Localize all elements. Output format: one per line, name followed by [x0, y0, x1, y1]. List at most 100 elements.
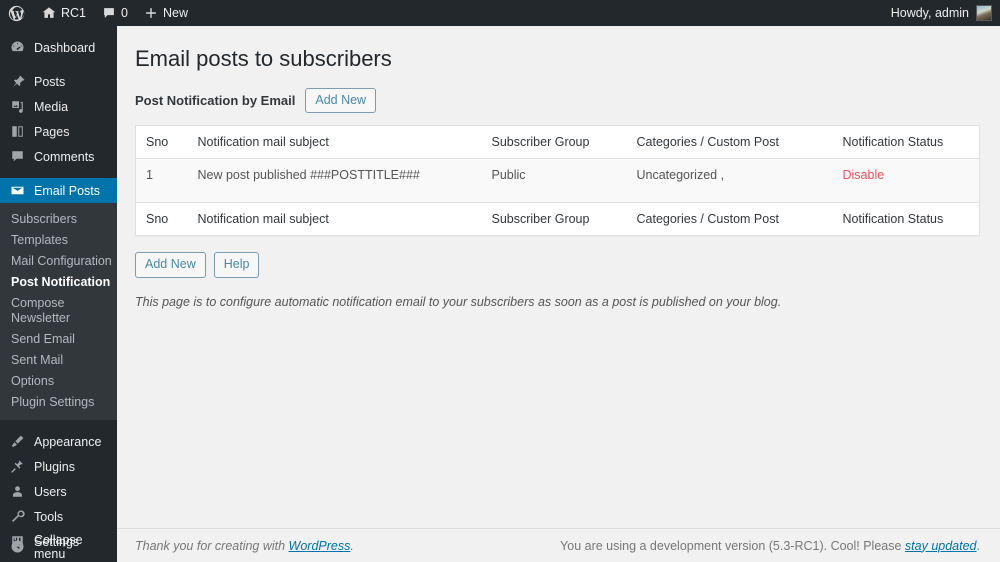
action-button-row: Add New Help — [135, 252, 980, 278]
submenu-item-post-notification[interactable]: Post Notification — [0, 272, 117, 293]
sidebar-label: Email Posts — [34, 183, 100, 198]
wordpress-logo-button[interactable] — [0, 0, 34, 26]
brush-icon — [9, 434, 26, 449]
sidebar-label: Users — [34, 484, 67, 499]
sidebar-label: Tools — [34, 509, 64, 524]
howdy-label: Howdy, admin — [890, 6, 969, 20]
comment-icon — [9, 149, 26, 164]
main-content: Email posts to subscribers Post Notifica… — [117, 26, 1000, 562]
col-footer-group: Subscriber Group — [481, 202, 627, 236]
submenu-item-templates[interactable]: Templates — [0, 230, 117, 251]
col-footer-subject: Notification mail subject — [187, 202, 482, 236]
admin-bar: RC1 0 New Howdy, admin — [0, 0, 1000, 26]
submenu-item-compose-newsletter[interactable]: Compose Newsletter — [0, 293, 117, 329]
cell-subject: New post published ###POSTTITLE### — [187, 158, 482, 203]
sidebar-label: Dashboard — [34, 40, 96, 55]
site-name-label: RC1 — [61, 6, 87, 20]
cell-status: Disable — [832, 158, 980, 203]
submenu-item-options[interactable]: Options — [0, 371, 117, 392]
sidebar-label: Pages — [34, 124, 70, 139]
sidebar-separator-1 — [0, 60, 117, 69]
new-content-label: New — [162, 6, 188, 20]
sidebar-item-tools[interactable]: Tools — [0, 504, 117, 529]
col-header-subject: Notification mail subject — [187, 125, 482, 160]
submenu-item-subscribers[interactable]: Subscribers — [0, 209, 117, 230]
sidebar-item-email-posts[interactable]: Email Posts — [0, 178, 125, 203]
admin-sidebar: Dashboard Posts Media Pages Comments Ema… — [0, 26, 125, 562]
cell-categories: Uncategorized , — [626, 158, 833, 203]
table-row: 1 New post published ###POSTTITLE### Pub… — [135, 158, 980, 203]
sidebar-top-spacer — [0, 26, 117, 35]
comments-button[interactable]: 0 — [94, 0, 136, 26]
collapse-menu-button[interactable]: Collapse menu — [0, 532, 117, 561]
sidebar-item-comments[interactable]: Comments — [0, 144, 117, 169]
sidebar-item-appearance[interactable]: Appearance — [0, 429, 117, 454]
submenu-item-send-email[interactable]: Send Email — [0, 329, 117, 350]
submenu-item-mail-configuration[interactable]: Mail Configuration — [0, 251, 117, 272]
col-footer-sno: Sno — [135, 202, 188, 236]
help-button[interactable]: Help — [213, 252, 260, 278]
sidebar-label: Media — [34, 99, 69, 114]
footer-version-suffix: . — [976, 538, 980, 553]
dashboard-icon — [9, 40, 26, 55]
table-body: 1 New post published ###POSTTITLE### Pub… — [135, 158, 980, 203]
media-icon — [9, 99, 26, 114]
table-foot: Sno Notification mail subject Subscriber… — [135, 202, 980, 236]
footer-version: You are using a development version (5.3… — [560, 539, 980, 553]
pin-icon — [9, 74, 26, 89]
pages-icon — [9, 124, 26, 139]
add-new-button-top[interactable]: Add New — [305, 87, 377, 114]
admin-footer: Thank you for creating with WordPress. Y… — [117, 528, 1000, 562]
collapse-arrow-icon — [9, 539, 26, 554]
new-content-button[interactable]: New — [136, 0, 196, 26]
sidebar-item-media[interactable]: Media — [0, 94, 117, 119]
table-footer-row: Sno Notification mail subject Subscriber… — [135, 202, 980, 236]
content-wrap: Email posts to subscribers Post Notifica… — [117, 26, 1000, 309]
table-header-row: Sno Notification mail subject Subscriber… — [135, 125, 980, 160]
footer-thanks: Thank you for creating with WordPress. — [135, 539, 354, 553]
col-header-group: Subscriber Group — [481, 125, 627, 160]
cell-group: Public — [481, 158, 627, 203]
col-header-categories: Categories / Custom Post — [626, 125, 833, 160]
sidebar-item-dashboard[interactable]: Dashboard — [0, 35, 117, 60]
submenu-item-plugin-settings[interactable]: Plugin Settings — [0, 392, 117, 413]
footer-thanks-prefix: Thank you for creating with — [135, 538, 289, 553]
subhead-label: Post Notification by Email — [135, 92, 296, 108]
comment-bubble-icon — [102, 6, 116, 20]
wordpress-link[interactable]: WordPress — [289, 539, 351, 553]
col-header-sno: Sno — [135, 125, 188, 160]
my-account-button[interactable]: Howdy, admin — [883, 0, 1000, 26]
avatar — [976, 5, 992, 21]
stay-updated-link[interactable]: stay updated — [905, 539, 977, 553]
plus-icon — [144, 6, 158, 20]
table-head: Sno Notification mail subject Subscriber… — [135, 125, 980, 160]
page-title: Email posts to subscribers — [135, 46, 392, 71]
sidebar-item-plugins[interactable]: Plugins — [0, 454, 117, 479]
col-header-status: Notification Status — [832, 125, 980, 160]
plug-icon — [9, 459, 26, 474]
footer-version-prefix: You are using a development version (5.3… — [560, 538, 905, 553]
envelope-icon — [9, 183, 26, 198]
add-new-button-bottom[interactable]: Add New — [135, 252, 206, 278]
site-name-button[interactable]: RC1 — [34, 0, 94, 26]
sidebar-item-users[interactable]: Users — [0, 479, 117, 504]
sidebar-label: Plugins — [34, 459, 75, 474]
col-footer-status: Notification Status — [832, 202, 980, 236]
collapse-menu-wrapper: Collapse menu — [0, 532, 117, 561]
cell-sno: 1 — [135, 158, 188, 203]
sidebar-item-posts[interactable]: Posts — [0, 69, 117, 94]
email-posts-submenu: Subscribers Templates Mail Configuration… — [0, 203, 117, 420]
footer-thanks-suffix: . — [350, 538, 354, 553]
sidebar-label: Appearance — [34, 434, 102, 449]
status-toggle-link[interactable]: Disable — [843, 168, 885, 182]
subhead-row: Post Notification by Email Add New — [135, 87, 980, 114]
user-icon — [9, 484, 26, 499]
collapse-menu-label: Collapse menu — [34, 532, 83, 561]
sidebar-item-pages[interactable]: Pages — [0, 119, 117, 144]
home-icon — [42, 6, 56, 20]
sidebar-separator-2 — [0, 169, 117, 178]
comments-count: 0 — [121, 6, 128, 20]
submenu-item-sent-mail[interactable]: Sent Mail — [0, 350, 117, 371]
post-notification-table: Sno Notification mail subject Subscriber… — [135, 125, 980, 237]
sidebar-separator-3 — [0, 420, 117, 429]
